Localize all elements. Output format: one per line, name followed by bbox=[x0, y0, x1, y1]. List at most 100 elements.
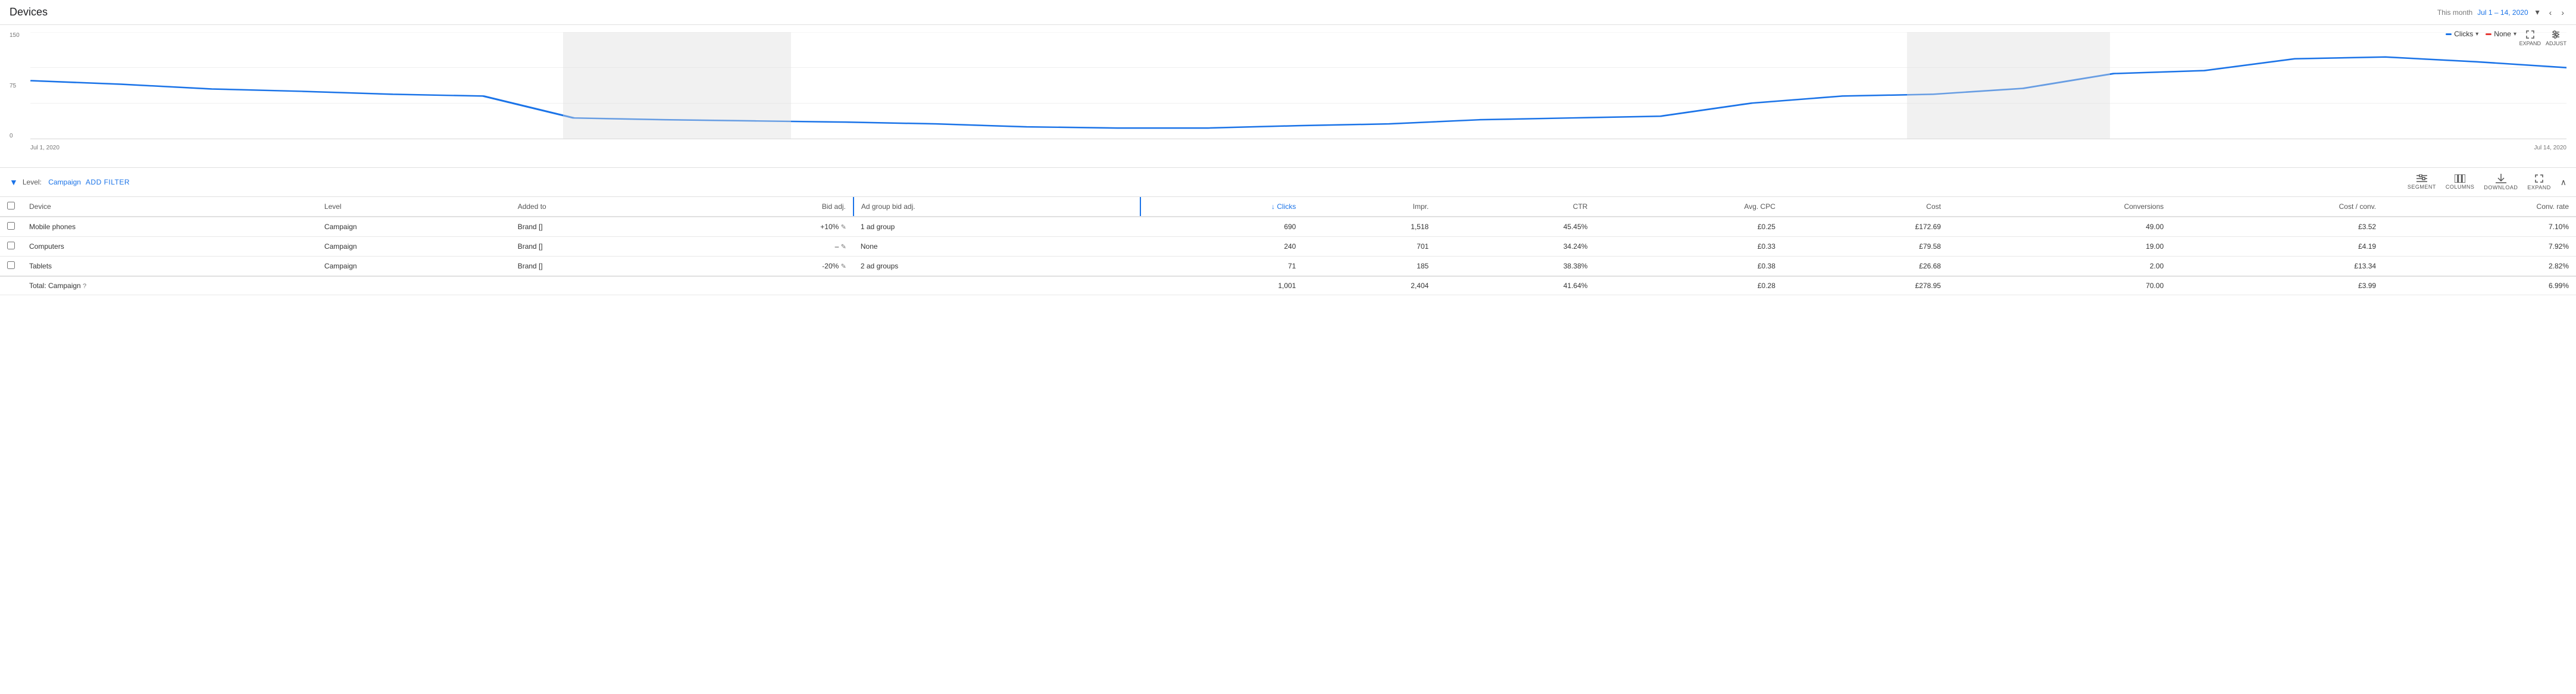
bid-edit-icon[interactable]: ✎ bbox=[841, 224, 846, 231]
segment-label: SEGMENT bbox=[2408, 184, 2436, 190]
date-next-btn[interactable]: › bbox=[2559, 5, 2566, 20]
data-table-wrapper: Device Level Added to Bid adj. Ad group … bbox=[0, 197, 2576, 295]
cell-conversions: 19.00 bbox=[1948, 237, 2171, 257]
table-row: Mobile phones Campaign Brand [] +10% ✎ 1… bbox=[0, 217, 2576, 237]
cell-ad-group-bid: 1 ad group bbox=[854, 217, 1140, 237]
col-added-to: Added to bbox=[511, 197, 687, 217]
total-level bbox=[317, 276, 511, 295]
cell-ctr: 38.38% bbox=[1436, 257, 1595, 277]
cell-added-to: Brand [] bbox=[511, 257, 687, 277]
col-ad-group-bid: Ad group bid adj. bbox=[854, 197, 1140, 217]
cell-ad-group-bid: 2 ad groups bbox=[854, 257, 1140, 277]
date-dropdown-btn[interactable]: ▾ bbox=[2533, 5, 2542, 20]
row-select-checkbox[interactable] bbox=[7, 242, 15, 249]
row-select-checkbox[interactable] bbox=[7, 222, 15, 230]
cell-cost: £26.68 bbox=[1783, 257, 1948, 277]
filter-left: ▼ Level: Campaign ADD FILTER bbox=[10, 177, 130, 187]
download-icon bbox=[2496, 174, 2506, 183]
cell-added-to: Brand [] bbox=[511, 217, 687, 237]
expand-table-btn[interactable]: EXPAND bbox=[2527, 174, 2550, 190]
cell-cost-conv: £3.52 bbox=[2171, 217, 2383, 237]
chart-area: 150 75 0 Jul 1, 2020 Jul 14, 2020 bbox=[10, 32, 2566, 151]
filter-bar: ▼ Level: Campaign ADD FILTER SEGMENT COL… bbox=[0, 168, 2576, 197]
add-filter-btn[interactable]: ADD FILTER bbox=[86, 178, 130, 186]
expand-table-icon bbox=[2534, 174, 2544, 183]
cell-bid-adj: – ✎ bbox=[687, 237, 854, 257]
total-ctr: 41.64% bbox=[1436, 276, 1595, 295]
total-cost: £278.95 bbox=[1783, 276, 1948, 295]
columns-btn[interactable]: COLUMNS bbox=[2446, 174, 2475, 190]
row-checkbox bbox=[0, 257, 22, 277]
col-avg-cpc[interactable]: Avg. CPC bbox=[1595, 197, 1783, 217]
bid-edit-icon[interactable]: ✎ bbox=[841, 243, 846, 251]
columns-label: COLUMNS bbox=[2446, 184, 2475, 190]
cell-cost: £79.58 bbox=[1783, 237, 1948, 257]
cell-conversions: 2.00 bbox=[1948, 257, 2171, 277]
x-label-end: Jul 14, 2020 bbox=[2534, 145, 2567, 151]
col-cost-conv[interactable]: Cost / conv. bbox=[2171, 197, 2383, 217]
chart-container: Clicks ▾ None ▾ EXPAND ADJUST 1 bbox=[0, 25, 2576, 168]
total-avg-cpc: £0.28 bbox=[1595, 276, 1783, 295]
table-header-row: Device Level Added to Bid adj. Ad group … bbox=[0, 197, 2576, 217]
col-device: Device bbox=[22, 197, 317, 217]
total-clicks: 1,001 bbox=[1140, 276, 1303, 295]
total-impr: 2,404 bbox=[1303, 276, 1436, 295]
collapse-btn[interactable]: ∧ bbox=[2561, 177, 2566, 187]
y-label-150: 150 bbox=[10, 32, 27, 39]
cell-clicks: 71 bbox=[1140, 257, 1303, 277]
row-checkbox bbox=[0, 237, 22, 257]
table-row: Computers Campaign Brand [] – ✎ None 240… bbox=[0, 237, 2576, 257]
data-table: Device Level Added to Bid adj. Ad group … bbox=[0, 197, 2576, 295]
chart-svg-area bbox=[30, 32, 2566, 139]
row-select-checkbox[interactable] bbox=[7, 261, 15, 269]
col-conversions[interactable]: Conversions bbox=[1948, 197, 2171, 217]
cell-bid-adj: +10% ✎ bbox=[687, 217, 854, 237]
col-bid-adj: Bid adj. bbox=[687, 197, 854, 217]
total-checkbox bbox=[0, 276, 22, 295]
cell-impr: 185 bbox=[1303, 257, 1436, 277]
download-label: DOWNLOAD bbox=[2484, 185, 2518, 190]
col-ctr[interactable]: CTR bbox=[1436, 197, 1595, 217]
cell-cost-conv: £13.34 bbox=[2171, 257, 2383, 277]
chart-y-labels: 150 75 0 bbox=[10, 32, 27, 139]
total-row: Total: Campaign ? 1,001 2,404 41.64% £0.… bbox=[0, 276, 2576, 295]
bid-edit-icon[interactable]: ✎ bbox=[841, 263, 846, 270]
cell-cost-conv: £4.19 bbox=[2171, 237, 2383, 257]
cell-ctr: 45.45% bbox=[1436, 217, 1595, 237]
col-conv-rate[interactable]: Conv. rate bbox=[2383, 197, 2576, 217]
cell-device: Computers bbox=[22, 237, 317, 257]
cell-clicks: 240 bbox=[1140, 237, 1303, 257]
filter-right: SEGMENT COLUMNS DOWNLOAD EXPAND ∧ bbox=[2408, 174, 2566, 190]
download-btn[interactable]: DOWNLOAD bbox=[2484, 174, 2518, 190]
table-row: Tablets Campaign Brand [] -20% ✎ 2 ad gr… bbox=[0, 257, 2576, 277]
cell-added-to: Brand [] bbox=[511, 237, 687, 257]
cell-avg-cpc: £0.33 bbox=[1595, 237, 1783, 257]
cell-conversions: 49.00 bbox=[1948, 217, 2171, 237]
select-all-checkbox[interactable] bbox=[7, 202, 15, 210]
filter-campaign-value: Campaign bbox=[48, 178, 81, 186]
cell-ctr: 34.24% bbox=[1436, 237, 1595, 257]
filter-icon: ▼ bbox=[10, 177, 18, 187]
cell-level: Campaign bbox=[317, 257, 511, 277]
cell-conv-rate: 2.82% bbox=[2383, 257, 2576, 277]
cell-level: Campaign bbox=[317, 237, 511, 257]
date-prev-btn[interactable]: ‹ bbox=[2547, 5, 2555, 20]
total-conv-rate: 6.99% bbox=[2383, 276, 2576, 295]
page-title: Devices bbox=[10, 6, 48, 18]
chart-highlight-1 bbox=[563, 32, 791, 139]
col-impr[interactable]: Impr. bbox=[1303, 197, 1436, 217]
col-clicks[interactable]: ↓ Clicks bbox=[1140, 197, 1303, 217]
col-level: Level bbox=[317, 197, 511, 217]
segment-btn[interactable]: SEGMENT bbox=[2408, 174, 2436, 190]
page-header: Devices This month Jul 1 – 14, 2020 ▾ ‹ … bbox=[0, 0, 2576, 25]
cell-device: Mobile phones bbox=[22, 217, 317, 237]
date-label: This month bbox=[2437, 8, 2472, 17]
cell-avg-cpc: £0.25 bbox=[1595, 217, 1783, 237]
x-label-start: Jul 1, 2020 bbox=[30, 145, 60, 151]
total-conversions: 70.00 bbox=[1948, 276, 2171, 295]
total-bid bbox=[687, 276, 854, 295]
col-cost[interactable]: Cost bbox=[1783, 197, 1948, 217]
cell-device: Tablets bbox=[22, 257, 317, 277]
filter-level-label: Level: bbox=[23, 178, 43, 186]
total-added bbox=[511, 276, 687, 295]
